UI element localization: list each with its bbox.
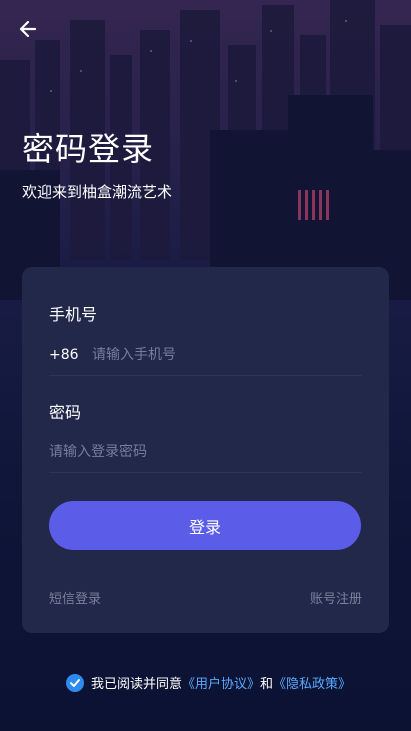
login-screen: 密码登录 欢迎来到柚盒潮流艺术 手机号 +86 密码 登录 短信登录 账号注册 … [0,0,411,731]
password-input[interactable] [49,444,362,460]
agreement-checkbox[interactable] [66,673,84,692]
password-field-row [49,432,362,473]
agreement-row: 我已阅读并同意 《用户协议》 和 《隐私政策》 [66,673,351,692]
register-link[interactable]: 账号注册 [310,588,362,607]
page-subtitle: 欢迎来到柚盒潮流艺术 [22,183,173,201]
agreement-text: 我已阅读并同意 [91,677,183,692]
sms-login-link[interactable]: 短信登录 [49,588,101,607]
checkmark-icon [70,678,80,687]
page-title: 密码登录 [22,130,155,168]
privacy-policy-link[interactable]: 《隐私政策》 [273,673,351,692]
login-button[interactable]: 登录 [49,501,361,550]
back-button[interactable] [14,15,42,43]
phone-label: 手机号 [49,305,98,324]
phone-input[interactable] [92,347,362,363]
login-card: 手机号 +86 密码 登录 短信登录 账号注册 [22,267,389,633]
password-label: 密码 [49,403,82,422]
user-agreement-link[interactable]: 《用户协议》 [182,673,260,692]
arrow-left-icon [19,20,37,38]
agreement-conjunction: 和 [260,677,274,692]
country-code[interactable]: +86 [49,347,92,363]
phone-field-row: +86 [49,335,362,376]
